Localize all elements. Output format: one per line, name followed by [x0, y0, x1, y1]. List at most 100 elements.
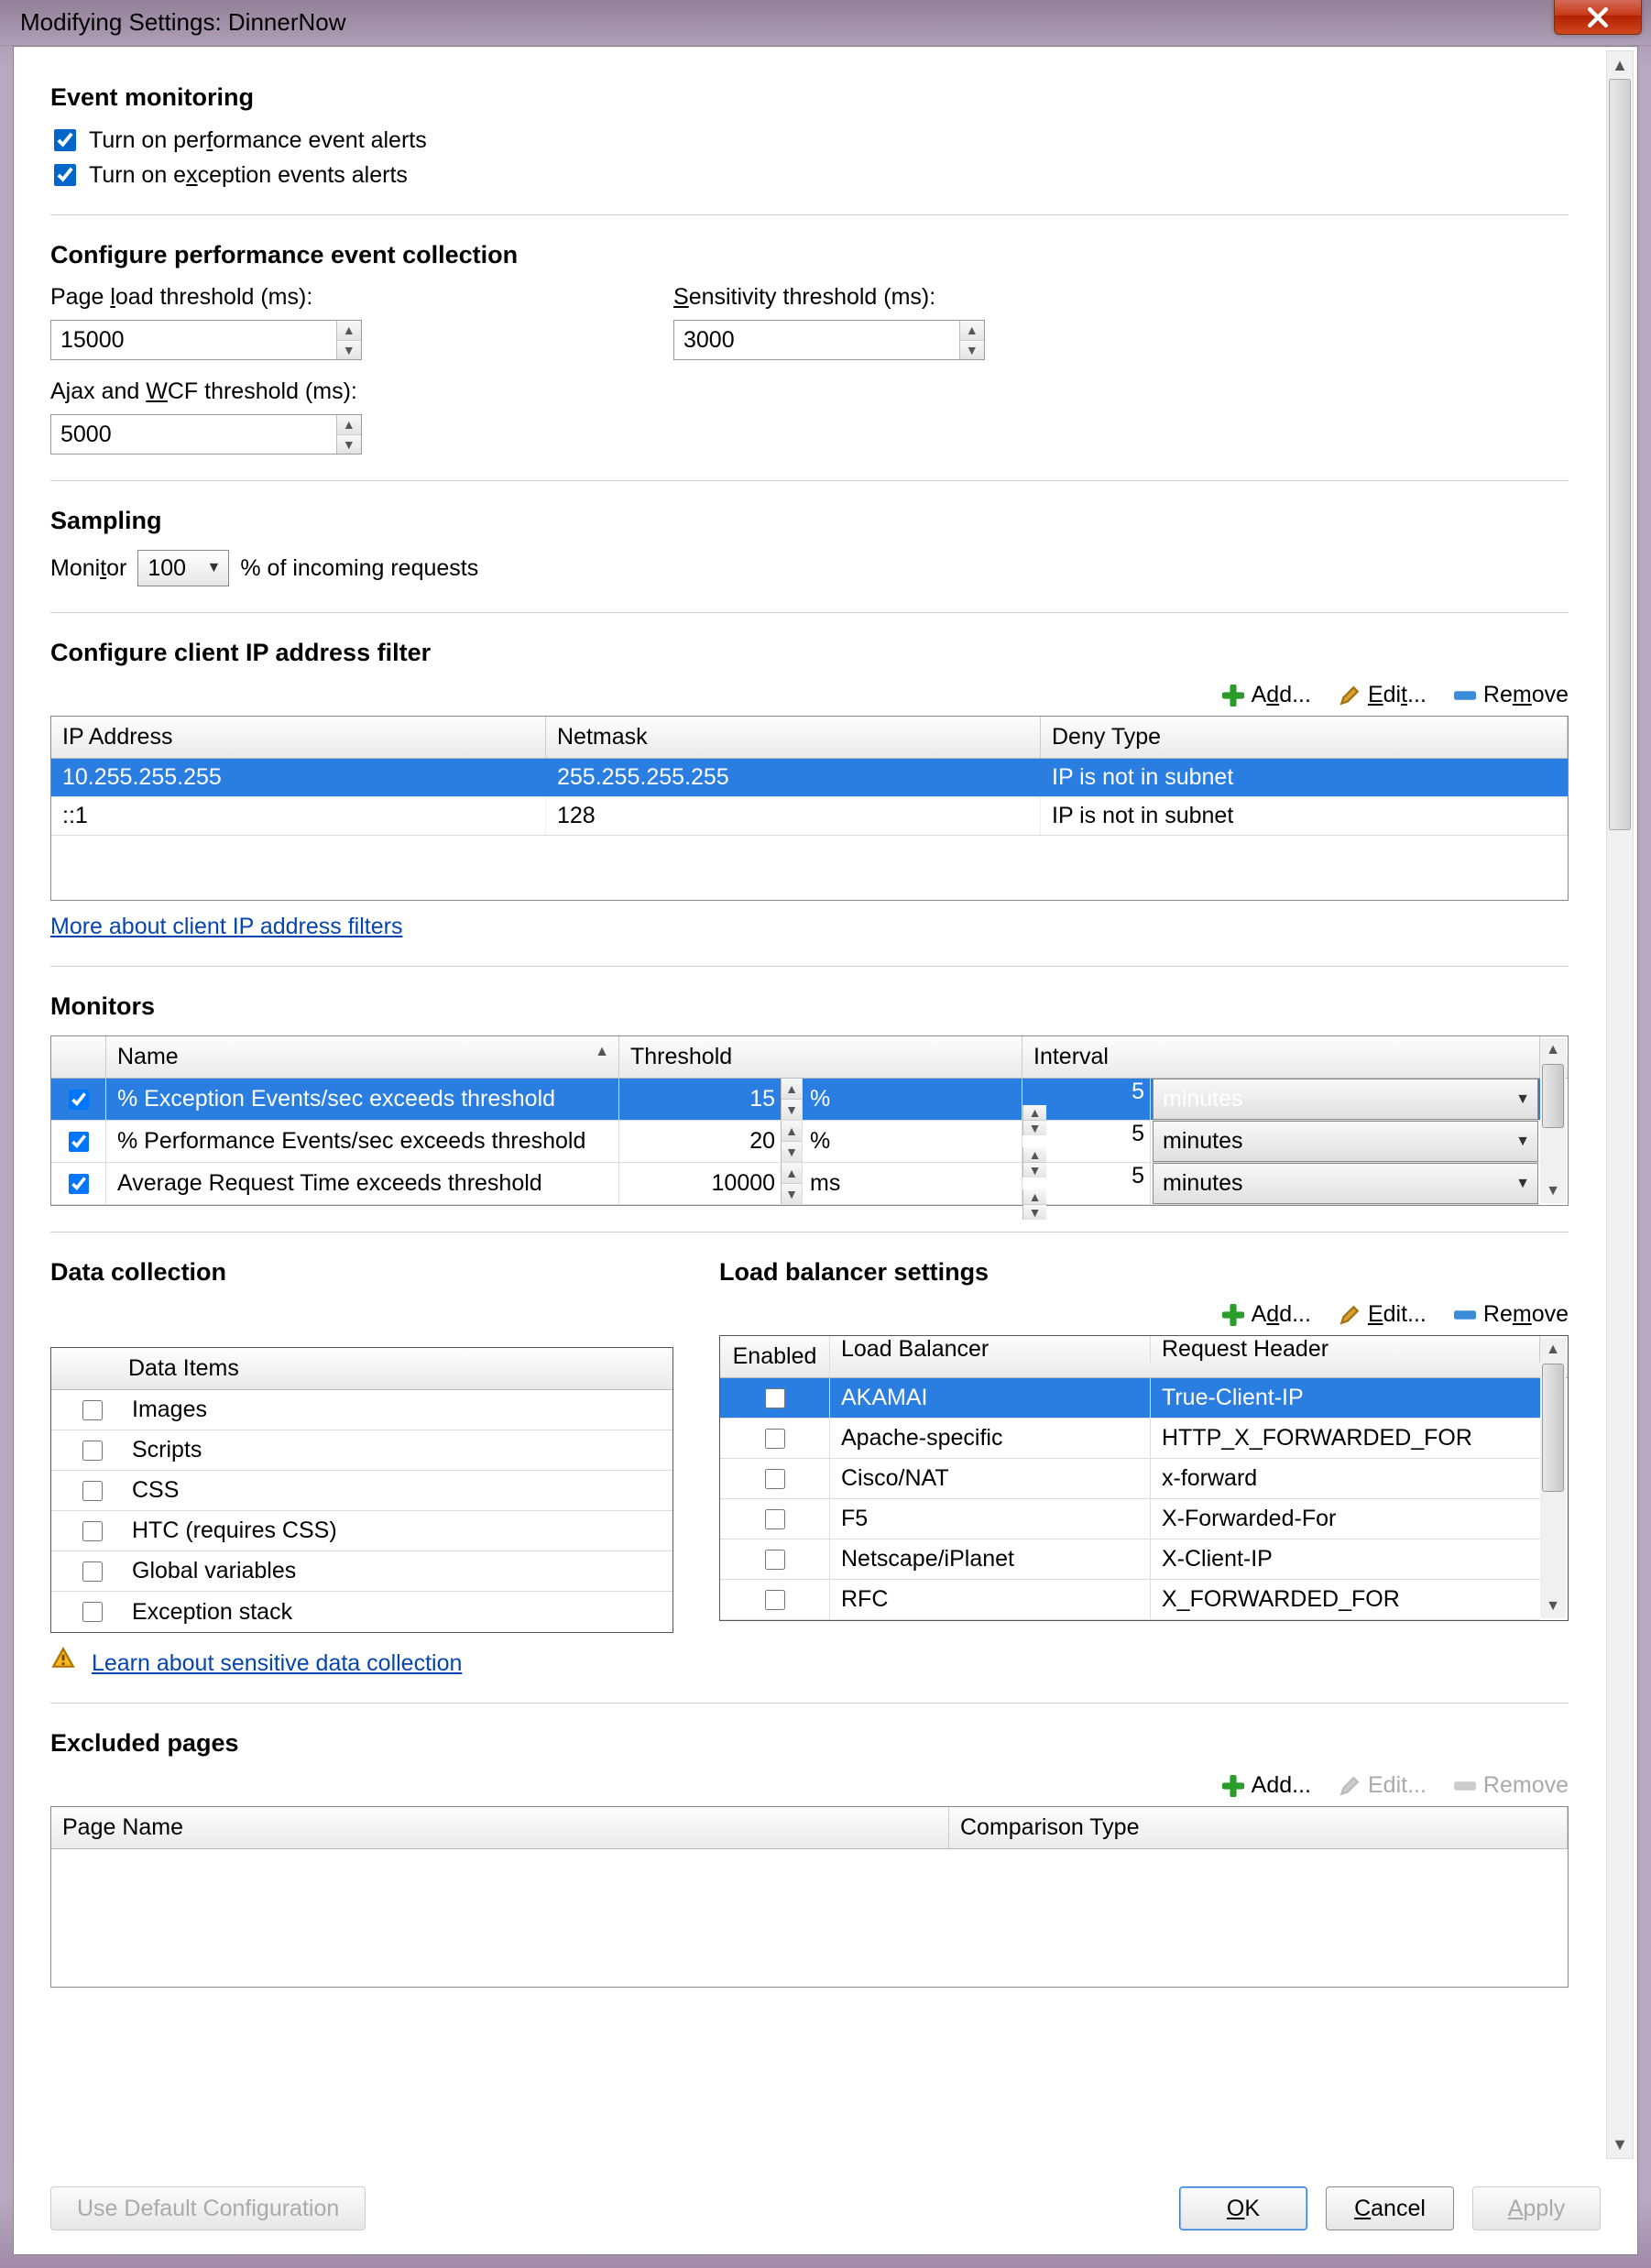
- monitor-checkbox[interactable]: [69, 1132, 89, 1152]
- divider: [50, 966, 1569, 967]
- data-items-header[interactable]: Data Items: [51, 1348, 672, 1390]
- excluded-pages-table: Page Name Comparison Type: [50, 1806, 1569, 1988]
- data-item-row[interactable]: Global variables: [51, 1551, 672, 1592]
- monitor-checkbox[interactable]: [69, 1090, 89, 1110]
- monitors-scrollbar[interactable]: ▲ ▼: [1540, 1038, 1566, 1203]
- warning-icon: [50, 1646, 76, 1671]
- excluded-add-button[interactable]: Add...: [1220, 1772, 1311, 1799]
- lb-enabled-checkbox[interactable]: [765, 1429, 785, 1449]
- table-row[interactable]: 10.255.255.255255.255.255.255IP is not i…: [51, 759, 1568, 797]
- lb-row[interactable]: RFCX_FORWARDED_FOR: [720, 1580, 1540, 1620]
- interval-input[interactable]: [1022, 1163, 1150, 1189]
- col-comparison-type[interactable]: Comparison Type: [949, 1807, 1568, 1848]
- interval-unit-select[interactable]: minutes: [1153, 1079, 1538, 1120]
- spin-down-icon[interactable]: ▼: [337, 341, 362, 360]
- cancel-button[interactable]: Cancel: [1326, 2186, 1454, 2230]
- interval-unit-select[interactable]: minutes: [1153, 1163, 1538, 1204]
- sort-asc-icon: ▲: [595, 1044, 609, 1060]
- ip-remove-button[interactable]: Remove: [1452, 682, 1569, 708]
- col-netmask[interactable]: Netmask: [546, 717, 1041, 758]
- col-lb-name[interactable]: Load Balancer: [830, 1336, 1151, 1363]
- data-item-checkbox[interactable]: [82, 1441, 103, 1461]
- col-monitor-threshold[interactable]: Threshold: [619, 1036, 1022, 1078]
- data-item-row[interactable]: Exception stack: [51, 1592, 672, 1632]
- lb-enabled-checkbox[interactable]: [765, 1509, 785, 1529]
- lb-row[interactable]: F5X-Forwarded-For: [720, 1499, 1540, 1539]
- divider: [50, 1703, 1569, 1704]
- lb-add-button[interactable]: Add...: [1220, 1301, 1311, 1328]
- data-collection-link[interactable]: Learn about sensitive data collection: [92, 1650, 462, 1676]
- threshold-input[interactable]: [619, 1121, 781, 1162]
- close-icon: [1588, 7, 1608, 27]
- lb-edit-button[interactable]: Edit...: [1337, 1301, 1427, 1328]
- lb-enabled-checkbox[interactable]: [765, 1388, 785, 1408]
- sensitivity-input[interactable]: [674, 321, 959, 359]
- data-item-row[interactable]: HTC (requires CSS): [51, 1511, 672, 1551]
- main-scrollbar[interactable]: ▲ ▼: [1606, 50, 1634, 2159]
- checkbox-exception-alerts[interactable]: Turn on exception events alerts: [50, 161, 1569, 189]
- ip-edit-button[interactable]: Edit...: [1337, 682, 1427, 708]
- data-item-checkbox[interactable]: [82, 1400, 103, 1420]
- plus-icon: [1220, 1773, 1246, 1799]
- col-monitor-name[interactable]: Name▲: [106, 1036, 619, 1078]
- threshold-input[interactable]: [619, 1079, 781, 1120]
- col-page-name[interactable]: Page Name: [51, 1807, 949, 1848]
- col-deny-type[interactable]: Deny Type: [1041, 717, 1568, 758]
- pencil-icon: [1337, 683, 1362, 708]
- col-monitor-interval[interactable]: Interval: [1022, 1036, 1540, 1078]
- sensitivity-spinner[interactable]: ▲▼: [673, 320, 985, 360]
- monitor-row[interactable]: % Exception Events/sec exceeds threshold…: [51, 1079, 1540, 1121]
- sampling-suffix: % of incoming requests: [240, 555, 478, 582]
- col-lb-header[interactable]: Request Header: [1151, 1336, 1540, 1363]
- data-item-row[interactable]: Scripts: [51, 1430, 672, 1471]
- lb-enabled-checkbox[interactable]: [765, 1550, 785, 1570]
- section-sampling-title: Sampling: [50, 507, 1569, 535]
- divider: [50, 480, 1569, 481]
- monitor-checkbox[interactable]: [69, 1174, 89, 1194]
- window-close-button[interactable]: [1554, 0, 1642, 35]
- excluded-remove-button: Remove: [1452, 1772, 1569, 1799]
- page-load-input[interactable]: [51, 321, 336, 359]
- monitor-row[interactable]: % Performance Events/sec exceeds thresho…: [51, 1121, 1540, 1163]
- col-ip-address[interactable]: IP Address: [51, 717, 546, 758]
- threshold-input[interactable]: [619, 1163, 781, 1204]
- plus-icon: [1220, 1302, 1246, 1328]
- monitors-table: Name▲ Threshold Interval % Exception Eve…: [50, 1035, 1569, 1206]
- table-row[interactable]: ::1128IP is not in subnet: [51, 797, 1568, 836]
- titlebar[interactable]: Modifying Settings: DinnerNow: [0, 0, 1651, 46]
- data-item-checkbox[interactable]: [82, 1521, 103, 1541]
- data-item-row[interactable]: Images: [51, 1390, 672, 1430]
- spin-up-icon[interactable]: ▲: [337, 321, 362, 341]
- lb-remove-button[interactable]: Remove: [1452, 1301, 1569, 1328]
- interval-input[interactable]: [1022, 1079, 1150, 1105]
- lb-scrollbar[interactable]: ▲ ▼: [1540, 1338, 1566, 1618]
- interval-input[interactable]: [1022, 1121, 1150, 1147]
- scroll-area: Event monitoring Turn on performance eve…: [14, 47, 1601, 2163]
- lb-enabled-checkbox[interactable]: [765, 1590, 785, 1610]
- data-item-checkbox[interactable]: [82, 1602, 103, 1622]
- lb-row[interactable]: Cisco/NATx-forward: [720, 1459, 1540, 1499]
- checkbox-performance-alerts[interactable]: Turn on performance event alerts: [50, 126, 1569, 154]
- ajax-spinner[interactable]: ▲▼: [50, 414, 362, 455]
- load-balancer-table: Enabled Load Balancer Request Header AKA…: [719, 1335, 1569, 1621]
- lb-enabled-checkbox[interactable]: [765, 1469, 785, 1489]
- data-item-row[interactable]: CSS: [51, 1471, 672, 1511]
- apply-button: Apply: [1472, 2186, 1601, 2230]
- col-lb-enabled[interactable]: Enabled: [720, 1336, 830, 1377]
- data-item-checkbox[interactable]: [82, 1561, 103, 1582]
- checkbox-performance-alerts-input[interactable]: [54, 129, 76, 151]
- ajax-input[interactable]: [51, 415, 336, 454]
- sampling-select[interactable]: 100: [137, 550, 229, 586]
- ip-filter-link[interactable]: More about client IP address filters: [50, 914, 402, 939]
- lb-row[interactable]: AKAMAITrue-Client-IP: [720, 1378, 1540, 1419]
- page-load-spinner[interactable]: ▲▼: [50, 320, 362, 360]
- use-default-config-button: Use Default Configuration: [50, 2186, 366, 2230]
- lb-row[interactable]: Apache-specificHTTP_X_FORWARDED_FOR: [720, 1419, 1540, 1459]
- interval-unit-select[interactable]: minutes: [1153, 1121, 1538, 1162]
- monitor-row[interactable]: Average Request Time exceeds threshold ▲…: [51, 1163, 1540, 1205]
- data-item-checkbox[interactable]: [82, 1481, 103, 1501]
- lb-row[interactable]: Netscape/iPlanetX-Client-IP: [720, 1539, 1540, 1580]
- ip-add-button[interactable]: Add...: [1220, 682, 1311, 708]
- ok-button[interactable]: OK: [1179, 2186, 1307, 2230]
- checkbox-exception-alerts-input[interactable]: [54, 164, 76, 186]
